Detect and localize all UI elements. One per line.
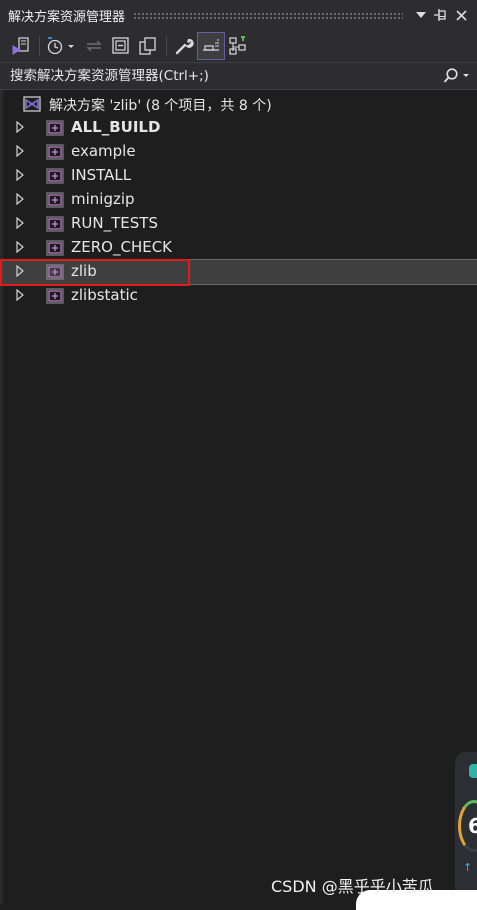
title-bar: 解决方案资源管理器 [0,0,477,30]
watermark: CSDN @黑乎乎小苦瓜 [271,877,434,896]
solution-label: 解决方案 'zlib' (8 个项目，共 8 个) [49,98,272,114]
project-icon [46,288,64,308]
project-icon [46,144,64,164]
drag-grip[interactable] [133,11,403,19]
project-icon [46,120,64,140]
project-icon [46,168,64,188]
project-node-install[interactable]: INSTALL [0,164,477,188]
toolbar-separator [39,36,40,56]
search-input[interactable] [0,67,437,85]
expand-arrow-icon[interactable] [16,216,24,233]
project-node-run-tests[interactable]: RUN_TESTS [0,212,477,236]
toolbar [0,30,477,62]
panel-title: 解决方案资源管理器 [8,9,126,25]
solution-icon [23,96,41,116]
expand-arrow-icon[interactable] [16,264,24,281]
project-node-zlibstatic[interactable]: zlibstatic [0,284,477,308]
class-view-icon[interactable] [225,33,251,59]
expand-arrow-icon[interactable] [16,168,24,185]
solution-node[interactable]: 解决方案 'zlib' (8 个项目，共 8 个) [0,92,477,116]
search-icon[interactable] [437,68,477,84]
project-label: ZERO_CHECK [71,238,173,256]
switch-views-icon[interactable] [8,33,34,59]
project-icon [46,192,64,212]
preview-selected-items-icon[interactable] [197,32,225,60]
project-icon [46,216,64,236]
project-label: ALL_BUILD [71,118,161,136]
toolbar-separator [166,36,167,56]
gauge-value: 6 [468,814,477,838]
project-node-example[interactable]: example [0,140,477,164]
search-box [0,62,477,90]
collapse-all-icon[interactable] [108,33,134,59]
project-node-zero-check[interactable]: ZERO_CHECK [0,236,477,260]
project-label: minigzip [71,190,135,208]
project-label: RUN_TESTS [71,214,158,232]
expand-arrow-icon[interactable] [16,288,24,305]
dropdown-icon[interactable] [411,4,431,26]
project-label: example [71,142,136,160]
properties-icon[interactable] [171,33,197,59]
show-all-files-icon[interactable] [135,33,161,59]
project-label: zlibstatic [71,286,138,304]
project-node-zlib[interactable]: zlib [0,259,477,285]
project-label: INSTALL [71,166,132,184]
project-node-all-build[interactable]: ALL_BUILD [0,116,477,140]
upload-arrow-icon: ↑ [463,861,473,874]
expand-arrow-icon[interactable] [16,192,24,209]
pin-icon[interactable] [431,4,451,26]
close-icon[interactable] [451,4,471,26]
sync-active-document-icon[interactable] [81,33,107,59]
project-label: zlib [71,262,97,280]
widget-badge-icon [469,764,477,778]
expand-arrow-icon[interactable] [16,144,24,161]
expand-arrow-icon[interactable] [16,240,24,257]
project-icon [46,264,64,284]
pending-changes-filter-icon[interactable] [44,33,80,59]
project-node-minigzip[interactable]: minigzip [0,188,477,212]
expand-arrow-icon[interactable] [16,120,24,137]
project-icon [46,240,64,260]
